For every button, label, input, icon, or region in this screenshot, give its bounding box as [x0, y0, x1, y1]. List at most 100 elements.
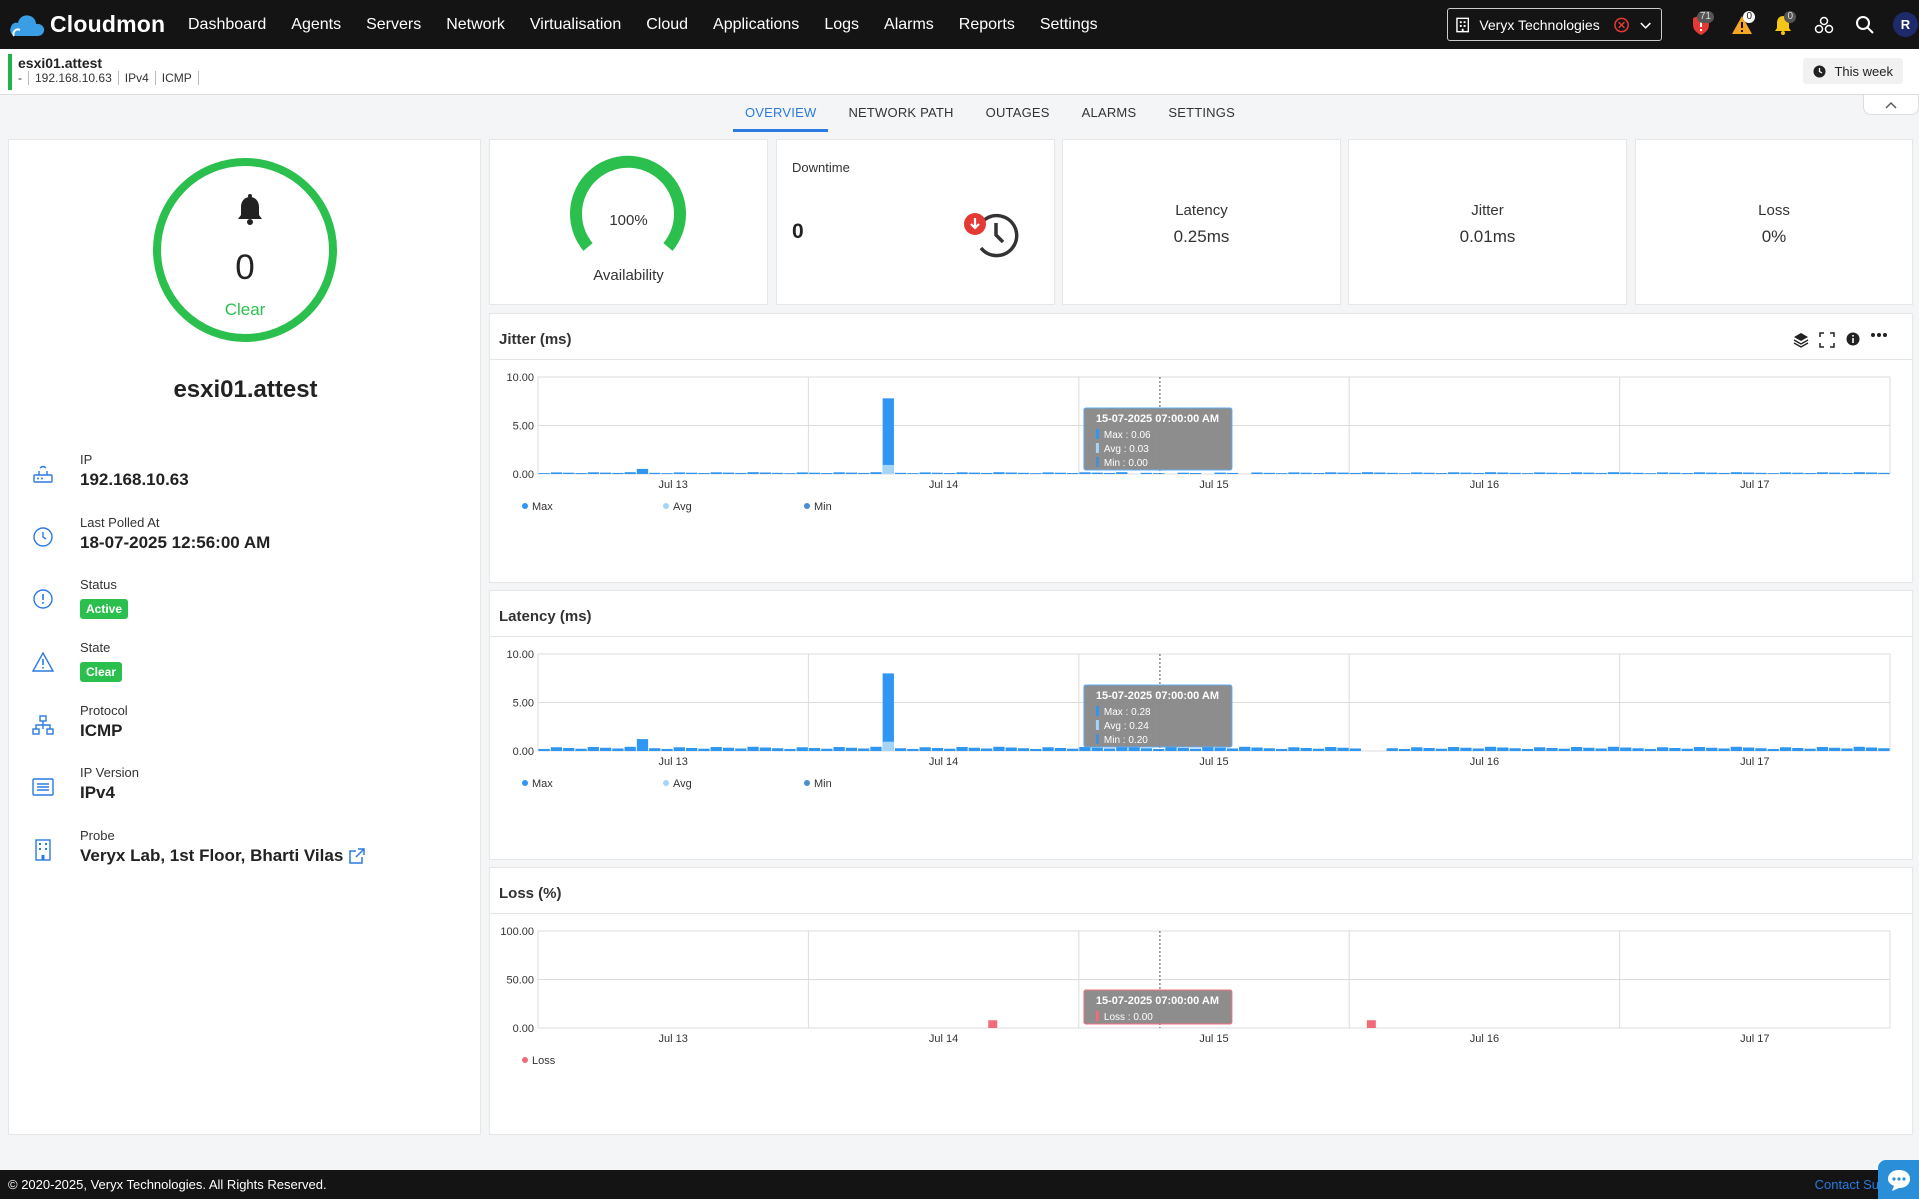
nav-item-applications[interactable]: Applications	[713, 16, 799, 34]
external-link-icon[interactable]	[348, 847, 366, 865]
legend-label: Avg	[673, 501, 692, 513]
bar	[1534, 472, 1546, 474]
legend-swatch	[522, 503, 528, 509]
bar	[1202, 747, 1214, 751]
bar	[575, 473, 587, 474]
tab-alarms[interactable]: ALARMS	[1070, 97, 1149, 132]
nav-item-settings[interactable]: Settings	[1040, 16, 1098, 34]
tooltip-swatch	[1095, 706, 1099, 716]
loss-chart[interactable]: 100.00 50.00 0.00 Jul 13 Jul 14 Jul 15 Jul 16 J…	[490, 914, 1914, 1134]
bar	[845, 472, 858, 474]
search-button[interactable]	[1844, 8, 1885, 41]
bar	[1042, 747, 1054, 751]
bar	[759, 747, 772, 751]
integrations-button[interactable]	[1803, 8, 1844, 41]
x-tick-label: Jul 13	[659, 479, 688, 491]
chat-button[interactable]	[1878, 1160, 1919, 1199]
downtime-label: Downtime	[792, 160, 850, 175]
bar	[1386, 748, 1398, 751]
device-meta-item: 192.168.10.63	[29, 71, 119, 85]
bar	[612, 748, 624, 751]
notifications-button[interactable]: 0	[1762, 8, 1803, 41]
info-circle-icon	[33, 589, 53, 609]
contact-support-link[interactable]: Contact Su	[1815, 1177, 1879, 1192]
tooltip-line: Avg : 0.24	[1104, 721, 1149, 732]
nav-item-dashboard[interactable]: Dashboard	[188, 16, 266, 34]
bar	[1534, 747, 1546, 751]
notification-count-badge: 0	[1784, 11, 1796, 23]
chart-title: Loss (%)	[499, 885, 562, 902]
bar	[1497, 747, 1509, 751]
nav-item-virtualisation[interactable]: Virtualisation	[530, 16, 621, 34]
bar	[1472, 748, 1484, 751]
bar	[1140, 472, 1153, 474]
bar	[1521, 748, 1534, 751]
nav-item-servers[interactable]: Servers	[366, 16, 421, 34]
bar	[1288, 472, 1300, 474]
more-options-button[interactable]	[1866, 332, 1892, 348]
chat-icon	[1887, 1169, 1910, 1191]
tab-overview[interactable]: OVERVIEW	[733, 97, 829, 132]
bar	[1435, 748, 1448, 751]
warnings-button[interactable]: 0	[1721, 8, 1762, 41]
bar	[1767, 473, 1779, 474]
probe-link[interactable]: Veryx Lab, 1st Floor, Bharti Vilas	[80, 846, 343, 866]
x-tick-label: Jul 15	[1199, 1033, 1228, 1045]
tooltip-time: 15-07-2025 07:00:00 AM	[1096, 995, 1219, 1007]
detail-label: Probe	[80, 828, 115, 843]
bar	[1103, 748, 1116, 751]
nav-item-logs[interactable]: Logs	[824, 16, 859, 34]
bar	[599, 747, 612, 751]
layers-button[interactable]	[1788, 332, 1814, 348]
bar	[1251, 747, 1263, 751]
bar	[894, 472, 907, 474]
collapse-header-button[interactable]	[1863, 95, 1919, 115]
bar	[833, 472, 845, 474]
bar	[1374, 472, 1386, 474]
latency-chart[interactable]: 10.00 5.00 0.00 Jul 13 Jul 14 Jul 15 Jul 16 Jul…	[490, 637, 1914, 859]
user-menu-button[interactable]: R	[1885, 8, 1919, 41]
jitter-chart[interactable]: 10.00 5.00 0.00 Jul 13 Jul 14 Jul 15 Jul 16 Jul…	[490, 360, 1914, 582]
nav-item-alarms[interactable]: Alarms	[884, 16, 934, 34]
bar	[1693, 747, 1706, 751]
bar	[1607, 746, 1620, 751]
legend-label: Loss	[532, 1055, 556, 1067]
availability-label: Availability	[593, 267, 664, 284]
tooltip-swatch	[1095, 443, 1099, 453]
bar	[636, 468, 649, 474]
bar	[587, 747, 599, 751]
bar	[722, 472, 735, 474]
building-icon	[1456, 17, 1470, 32]
nav-item-reports[interactable]: Reports	[959, 16, 1015, 34]
info-button[interactable]	[1840, 332, 1866, 348]
nav-item-agents[interactable]: Agents	[291, 16, 341, 34]
bar	[550, 472, 563, 474]
bar	[1878, 748, 1890, 751]
bar	[1743, 472, 1755, 474]
tab-outages[interactable]: OUTAGES	[974, 97, 1062, 132]
clear-selection-icon[interactable]	[1613, 16, 1630, 34]
bar	[1411, 472, 1423, 474]
logo[interactable]: Cloudmon	[8, 11, 176, 38]
bar	[1718, 472, 1730, 474]
bar	[1558, 748, 1570, 751]
bar	[550, 747, 563, 751]
bar	[710, 472, 722, 474]
tab-settings[interactable]: SETTINGS	[1156, 97, 1247, 132]
org-selector[interactable]: Veryx Technologies	[1447, 8, 1662, 41]
bar	[1521, 473, 1534, 474]
nav-item-network[interactable]: Network	[446, 16, 505, 34]
fullscreen-button[interactable]	[1814, 332, 1840, 348]
device-header: esxi01.attest - 192.168.10.63 IPv4 ICMP …	[0, 49, 1919, 95]
tab-network-path[interactable]: NETWORK PATH	[836, 97, 965, 132]
bar	[1054, 472, 1067, 474]
security-alerts-button[interactable]: 71	[1680, 8, 1721, 41]
bar	[1411, 747, 1423, 751]
tooltip-swatch	[1095, 720, 1099, 730]
nav-item-cloud[interactable]: Cloud	[646, 16, 688, 34]
tooltip-line: Avg : 0.03	[1104, 444, 1149, 455]
time-period-selector[interactable]: This week	[1803, 58, 1903, 84]
chevron-down-icon[interactable]	[1638, 17, 1653, 33]
bar	[1435, 473, 1448, 474]
bar	[649, 472, 661, 474]
